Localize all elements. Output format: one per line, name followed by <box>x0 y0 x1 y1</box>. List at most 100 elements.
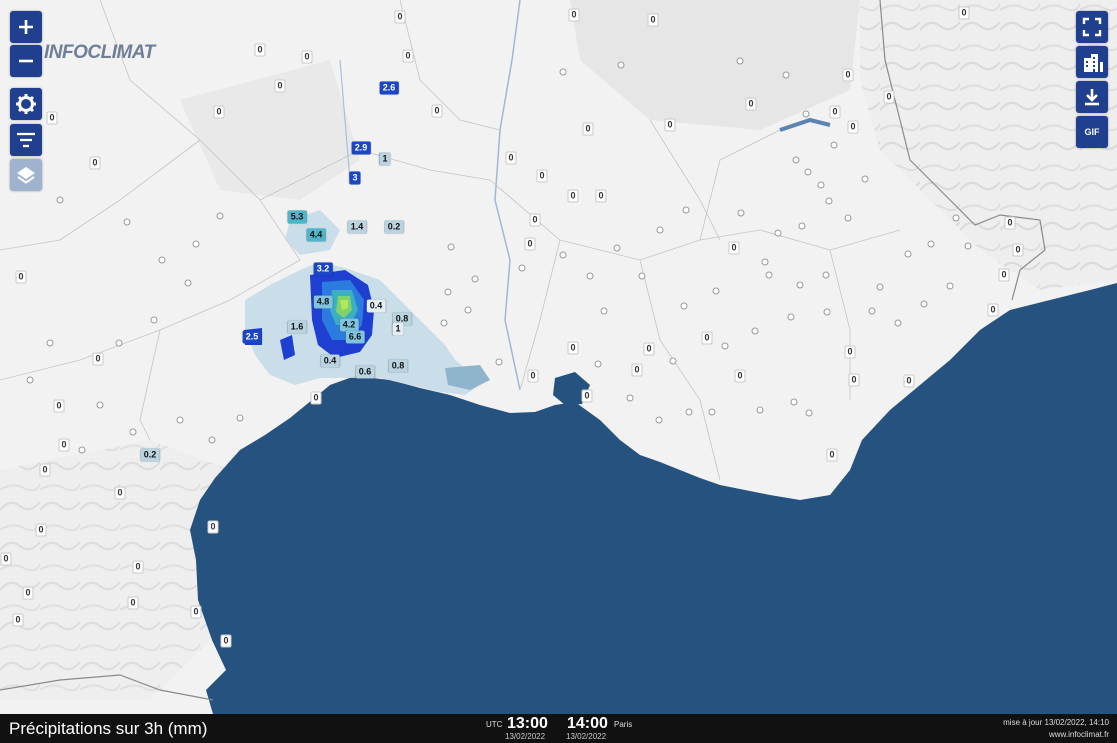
station-marker[interactable] <box>655 416 663 424</box>
precip-value[interactable]: 3 <box>349 171 361 185</box>
precip-value-zero[interactable]: 0 <box>213 105 225 119</box>
station-marker[interactable] <box>805 409 813 417</box>
precip-value-zero[interactable]: 0 <box>883 90 895 104</box>
precip-value-zero[interactable]: 0 <box>842 68 854 82</box>
station-marker[interactable] <box>817 181 825 189</box>
precip-value-zero[interactable]: 0 <box>0 552 12 566</box>
precip-value-zero[interactable]: 0 <box>847 120 859 134</box>
precip-value-zero[interactable]: 0 <box>1004 216 1016 230</box>
precip-value-zero[interactable]: 0 <box>568 8 580 22</box>
station-marker[interactable] <box>798 222 806 230</box>
station-marker[interactable] <box>464 306 472 314</box>
station-marker[interactable] <box>46 339 54 347</box>
station-marker[interactable] <box>721 342 729 350</box>
precip-value-zero[interactable]: 0 <box>132 560 144 574</box>
precip-value-zero[interactable]: 0 <box>127 596 139 610</box>
station-marker[interactable] <box>158 256 166 264</box>
precip-value-zero[interactable]: 0 <box>567 341 579 355</box>
precip-value[interactable]: 2.5 <box>242 330 262 344</box>
precip-value-zero[interactable]: 0 <box>22 586 34 600</box>
precip-value-zero[interactable]: 0 <box>15 270 27 284</box>
precip-value-zero[interactable]: 0 <box>826 448 838 462</box>
precip-value-zero[interactable]: 0 <box>958 6 970 20</box>
precip-value[interactable]: 6.6 <box>345 330 365 344</box>
precip-value[interactable]: 0.4 <box>320 354 340 368</box>
download-button[interactable] <box>1076 81 1108 113</box>
station-marker[interactable] <box>559 68 567 76</box>
station-marker[interactable] <box>765 271 773 279</box>
station-marker[interactable] <box>787 313 795 321</box>
station-marker[interactable] <box>586 272 594 280</box>
precip-value-zero[interactable]: 0 <box>848 373 860 387</box>
precip-value[interactable]: 3.2 <box>313 262 333 276</box>
station-marker[interactable] <box>115 339 123 347</box>
station-marker[interactable] <box>782 71 790 79</box>
station-marker[interactable] <box>129 428 137 436</box>
station-marker[interactable] <box>927 240 935 248</box>
precip-value[interactable]: 0.2 <box>140 448 160 462</box>
station-marker[interactable] <box>669 357 677 365</box>
precip-value-zero[interactable]: 0 <box>402 49 414 63</box>
precip-value-zero[interactable]: 0 <box>431 104 443 118</box>
station-marker[interactable] <box>216 212 224 220</box>
station-marker[interactable] <box>471 275 479 283</box>
precip-value-zero[interactable]: 0 <box>58 438 70 452</box>
precip-value-zero[interactable]: 0 <box>643 342 655 356</box>
station-marker[interactable] <box>868 307 876 315</box>
station-marker[interactable] <box>78 446 86 454</box>
precip-value-zero[interactable]: 0 <box>582 122 594 136</box>
precip-value-zero[interactable]: 0 <box>527 369 539 383</box>
precip-value[interactable]: 0.6 <box>355 365 375 379</box>
station-marker[interactable] <box>56 196 64 204</box>
station-marker[interactable] <box>600 307 608 315</box>
layers-button[interactable] <box>10 159 42 191</box>
precip-value-zero[interactable]: 0 <box>903 374 915 388</box>
precip-value[interactable]: 0.2 <box>384 220 404 234</box>
station-marker[interactable] <box>685 408 693 416</box>
precip-value-zero[interactable]: 0 <box>310 391 322 405</box>
precip-value-zero[interactable]: 0 <box>39 463 51 477</box>
station-marker[interactable] <box>192 240 200 248</box>
precip-value-zero[interactable]: 0 <box>595 189 607 203</box>
station-marker[interactable] <box>804 168 812 176</box>
precip-value-zero[interactable]: 0 <box>631 363 643 377</box>
station-marker[interactable] <box>844 214 852 222</box>
station-marker[interactable] <box>796 281 804 289</box>
precip-value[interactable]: 0.4 <box>366 299 386 313</box>
cities-button[interactable] <box>1076 46 1108 78</box>
precip-value-zero[interactable]: 0 <box>829 105 841 119</box>
precip-value-zero[interactable]: 0 <box>728 241 740 255</box>
precip-value-zero[interactable]: 0 <box>505 151 517 165</box>
station-marker[interactable] <box>680 302 688 310</box>
precip-value[interactable]: 2.6 <box>379 81 399 95</box>
precip-value-zero[interactable]: 0 <box>1012 243 1024 257</box>
precip-value-zero[interactable]: 0 <box>998 268 1010 282</box>
filter-button[interactable] <box>10 124 42 156</box>
station-marker[interactable] <box>823 308 831 316</box>
station-marker[interactable] <box>790 398 798 406</box>
station-marker[interactable] <box>822 271 830 279</box>
precip-value-zero[interactable]: 0 <box>92 352 104 366</box>
gif-button[interactable]: GIF <box>1076 116 1108 148</box>
station-marker[interactable] <box>26 376 34 384</box>
precip-value-zero[interactable]: 0 <box>207 520 219 534</box>
precip-value-zero[interactable]: 0 <box>301 50 313 64</box>
precip-value-zero[interactable]: 0 <box>734 369 746 383</box>
station-marker[interactable] <box>946 282 954 290</box>
precip-value-zero[interactable]: 0 <box>89 156 101 170</box>
station-marker[interactable] <box>825 197 833 205</box>
station-marker[interactable] <box>559 251 567 259</box>
station-marker[interactable] <box>447 243 455 251</box>
precip-value-zero[interactable]: 0 <box>647 13 659 27</box>
station-marker[interactable] <box>123 218 131 226</box>
precip-value-zero[interactable]: 0 <box>114 486 126 500</box>
station-marker[interactable] <box>656 226 664 234</box>
precip-value[interactable]: 0.8 <box>388 359 408 373</box>
precip-value[interactable]: 4.4 <box>306 228 326 242</box>
station-marker[interactable] <box>904 250 912 258</box>
station-marker[interactable] <box>626 394 634 402</box>
precip-value-zero[interactable]: 0 <box>394 10 406 24</box>
station-marker[interactable] <box>774 229 782 237</box>
station-marker[interactable] <box>176 416 184 424</box>
precip-value[interactable]: 1.4 <box>347 220 367 234</box>
